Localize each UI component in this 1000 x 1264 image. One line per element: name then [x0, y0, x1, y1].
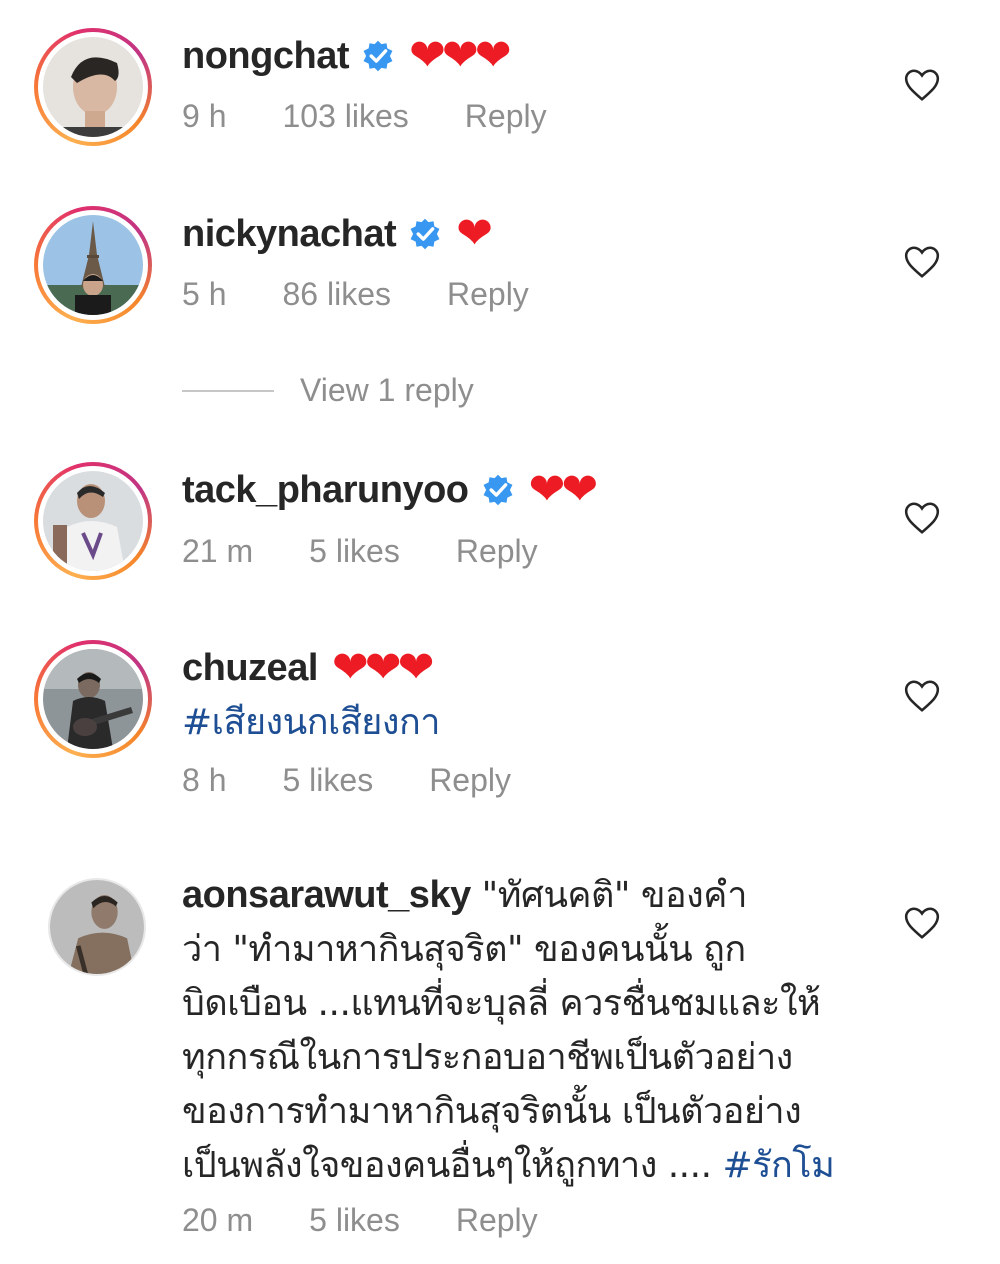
avatar: [43, 37, 143, 137]
divider: [182, 389, 274, 392]
comment-text-line: บิดเบือน ...แทนที่จะบุลลี่ ควรชื่นชมและใ…: [182, 983, 821, 1024]
hashtag-link[interactable]: #เสียงนกเสียงกา: [182, 702, 440, 743]
avatar-photo: [43, 471, 143, 571]
username[interactable]: chuzeal: [182, 647, 318, 690]
comment-time: 21 m: [182, 533, 254, 569]
comment-text-line: เป็นพลังใจของคนอื่นๆให้ถูกทาง ....: [182, 1145, 723, 1186]
heart-outline-icon[interactable]: [903, 243, 941, 281]
avatar-photo: [50, 880, 144, 974]
comment-text-line: "ทัศนคติ" ของคำ: [481, 875, 748, 916]
avatar: [43, 215, 143, 315]
avatar: [43, 649, 143, 749]
avatar: [50, 880, 144, 974]
heart-outline-icon[interactable]: [903, 66, 941, 104]
username[interactable]: nongchat: [182, 35, 349, 78]
view-replies-link[interactable]: View 1 reply: [182, 372, 474, 409]
likes-count[interactable]: 5 likes: [309, 1202, 400, 1239]
reply-button[interactable]: Reply: [429, 762, 511, 799]
comment-text-line: ทุกกรณีในการประกอบอาชีพเป็นตัวอย่าง: [182, 1037, 793, 1078]
verified-badge-icon: [481, 473, 515, 507]
hashtag-link[interactable]: #รักโม: [722, 1145, 834, 1186]
avatar-photo: [43, 649, 143, 749]
comment-text: ❤❤❤: [331, 643, 435, 692]
reply-button[interactable]: Reply: [447, 276, 529, 313]
username[interactable]: nickynachat: [182, 213, 397, 256]
heart-outline-icon[interactable]: [903, 677, 941, 715]
avatar-ring[interactable]: [48, 878, 146, 976]
comment-time: 5 h: [182, 276, 227, 312]
avatar-photo: [43, 37, 143, 137]
reply-button[interactable]: Reply: [456, 1202, 538, 1239]
avatar-story-ring[interactable]: [34, 640, 152, 758]
comment-time: 20 m: [182, 1202, 254, 1238]
avatar: [43, 471, 143, 571]
heart-outline-icon[interactable]: [903, 904, 941, 942]
comment-text: ❤❤: [528, 465, 599, 514]
comment-body: aonsarawut_sky "ทัศนคติ" ของคำ ว่า "ทำมา…: [182, 868, 902, 1193]
verified-badge-icon: [408, 217, 442, 251]
avatar-story-ring[interactable]: [34, 462, 152, 580]
verified-badge-icon: [361, 39, 395, 73]
likes-count[interactable]: 5 likes: [282, 762, 373, 799]
likes-count[interactable]: 5 likes: [309, 533, 400, 570]
avatar-story-ring[interactable]: [34, 206, 152, 324]
username[interactable]: tack_pharunyoo: [182, 469, 469, 512]
heart-outline-icon[interactable]: [903, 499, 941, 537]
comment-time: 8 h: [182, 762, 227, 798]
comment-text: ❤: [456, 209, 493, 258]
likes-count[interactable]: 103 likes: [282, 98, 408, 135]
comment-text-line: ของการทำมาหากินสุจริตนั้น เป็นตัวอย่าง: [182, 1091, 802, 1132]
comment-text: ❤❤❤: [408, 31, 512, 80]
username[interactable]: aonsarawut_sky: [182, 874, 471, 916]
comment-text-line: ว่า "ทำมาหากินสุจริต" ของคนนั้น ถูก: [182, 929, 746, 970]
reply-button[interactable]: Reply: [465, 98, 547, 135]
avatar-photo: [43, 215, 143, 315]
reply-button[interactable]: Reply: [456, 533, 538, 570]
avatar-story-ring[interactable]: [34, 28, 152, 146]
likes-count[interactable]: 86 likes: [282, 276, 391, 313]
view-replies-label: View 1 reply: [300, 372, 474, 408]
comment-time: 9 h: [182, 98, 227, 134]
